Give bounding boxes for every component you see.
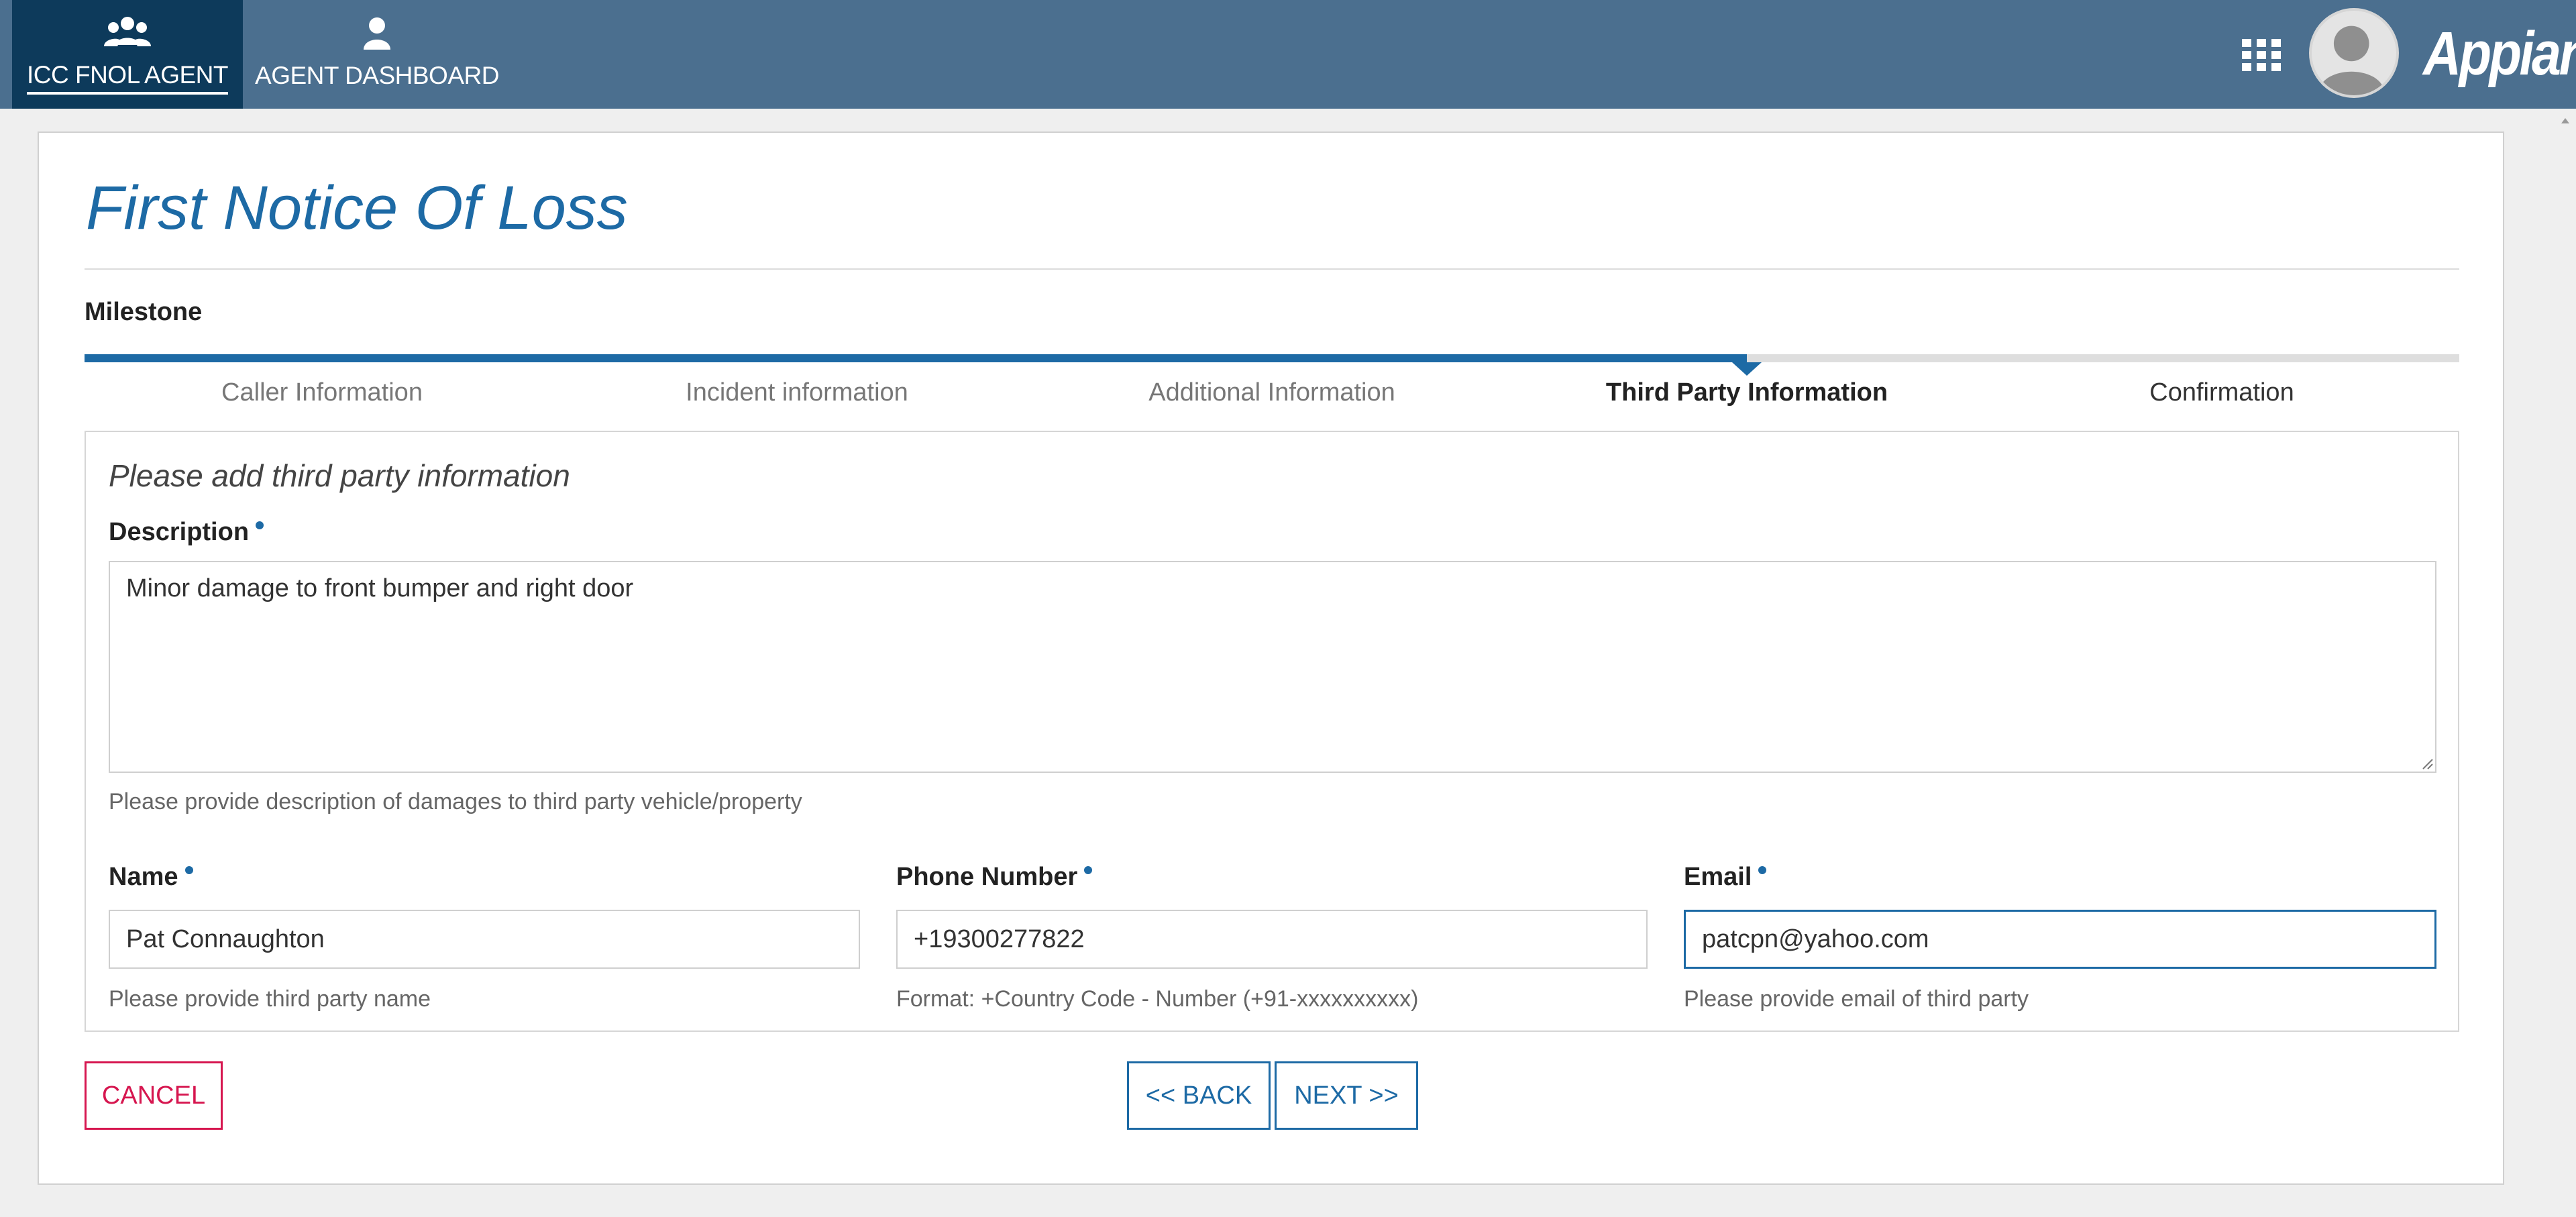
required-indicator xyxy=(1758,866,1767,874)
phone-label-text: Phone Number xyxy=(896,863,1078,891)
title-divider xyxy=(85,268,2459,270)
top-navigation-bar: ICC FNOL AGENT AGENT DASHBOARD Appian xyxy=(0,0,2576,109)
back-button[interactable]: << BACK xyxy=(1127,1061,1271,1130)
step-incident-information[interactable]: Incident information xyxy=(559,378,1034,412)
required-indicator xyxy=(256,521,264,529)
description-textarea[interactable]: Minor damage to front bumper and right d… xyxy=(109,561,2436,773)
milestone-label: Milestone xyxy=(85,298,203,326)
required-indicator xyxy=(184,866,193,874)
tab-label: ICC FNOL AGENT xyxy=(26,61,229,95)
current-step-marker xyxy=(1732,362,1762,376)
third-party-section: Please add third party information Descr… xyxy=(85,431,2459,1032)
tab-label: AGENT DASHBOARD xyxy=(255,62,499,89)
description-label: Description xyxy=(109,518,264,547)
name-help: Please provide third party name xyxy=(109,986,431,1012)
step-caller-information[interactable]: Caller Information xyxy=(85,378,559,412)
step-third-party-information[interactable]: Third Party Information xyxy=(1509,378,1984,412)
scroll-up-arrow-icon[interactable] xyxy=(2559,114,2572,127)
name-input[interactable] xyxy=(109,910,860,969)
step-additional-information[interactable]: Additional Information xyxy=(1034,378,1509,412)
email-label: Email xyxy=(1684,863,1767,892)
description-help: Please provide description of damages to… xyxy=(109,789,802,814)
name-label: Name xyxy=(109,863,193,892)
description-label-text: Description xyxy=(109,518,250,546)
name-label-text: Name xyxy=(109,863,178,891)
tab-agent-dashboard[interactable]: AGENT DASHBOARD xyxy=(255,0,499,109)
step-confirmation[interactable]: Confirmation xyxy=(1984,378,2459,412)
email-input[interactable] xyxy=(1684,910,2436,969)
user-icon xyxy=(364,17,390,50)
user-avatar[interactable] xyxy=(2309,8,2399,98)
email-label-text: Email xyxy=(1684,863,1752,891)
users-group-icon xyxy=(104,17,151,46)
appian-logo: Appian xyxy=(2423,19,2576,88)
milestone-progress-fill xyxy=(85,354,1747,362)
avatar-silhouette-icon xyxy=(2318,25,2385,95)
main-card: First Notice Of Loss Milestone Caller In… xyxy=(38,131,2504,1185)
phone-help: Format: +Country Code - Number (+91-xxxx… xyxy=(896,986,1419,1012)
phone-input[interactable] xyxy=(896,910,1648,969)
cancel-button[interactable]: CANCEL xyxy=(85,1061,223,1130)
tab-icc-fnol-agent[interactable]: ICC FNOL AGENT xyxy=(12,0,243,109)
milestone-steps: Caller Information Incident information … xyxy=(85,378,2459,412)
next-button[interactable]: NEXT >> xyxy=(1275,1061,1418,1130)
section-instruction: Please add third party information xyxy=(109,458,570,493)
milestone-progress-bar xyxy=(85,354,2459,376)
page-title: First Notice Of Loss xyxy=(86,174,628,242)
resize-grip-icon[interactable] xyxy=(2420,757,2434,770)
phone-label: Phone Number xyxy=(896,863,1093,892)
apps-grid-icon[interactable] xyxy=(2241,38,2282,72)
required-indicator xyxy=(1084,866,1093,874)
email-help: Please provide email of third party xyxy=(1684,986,2029,1012)
